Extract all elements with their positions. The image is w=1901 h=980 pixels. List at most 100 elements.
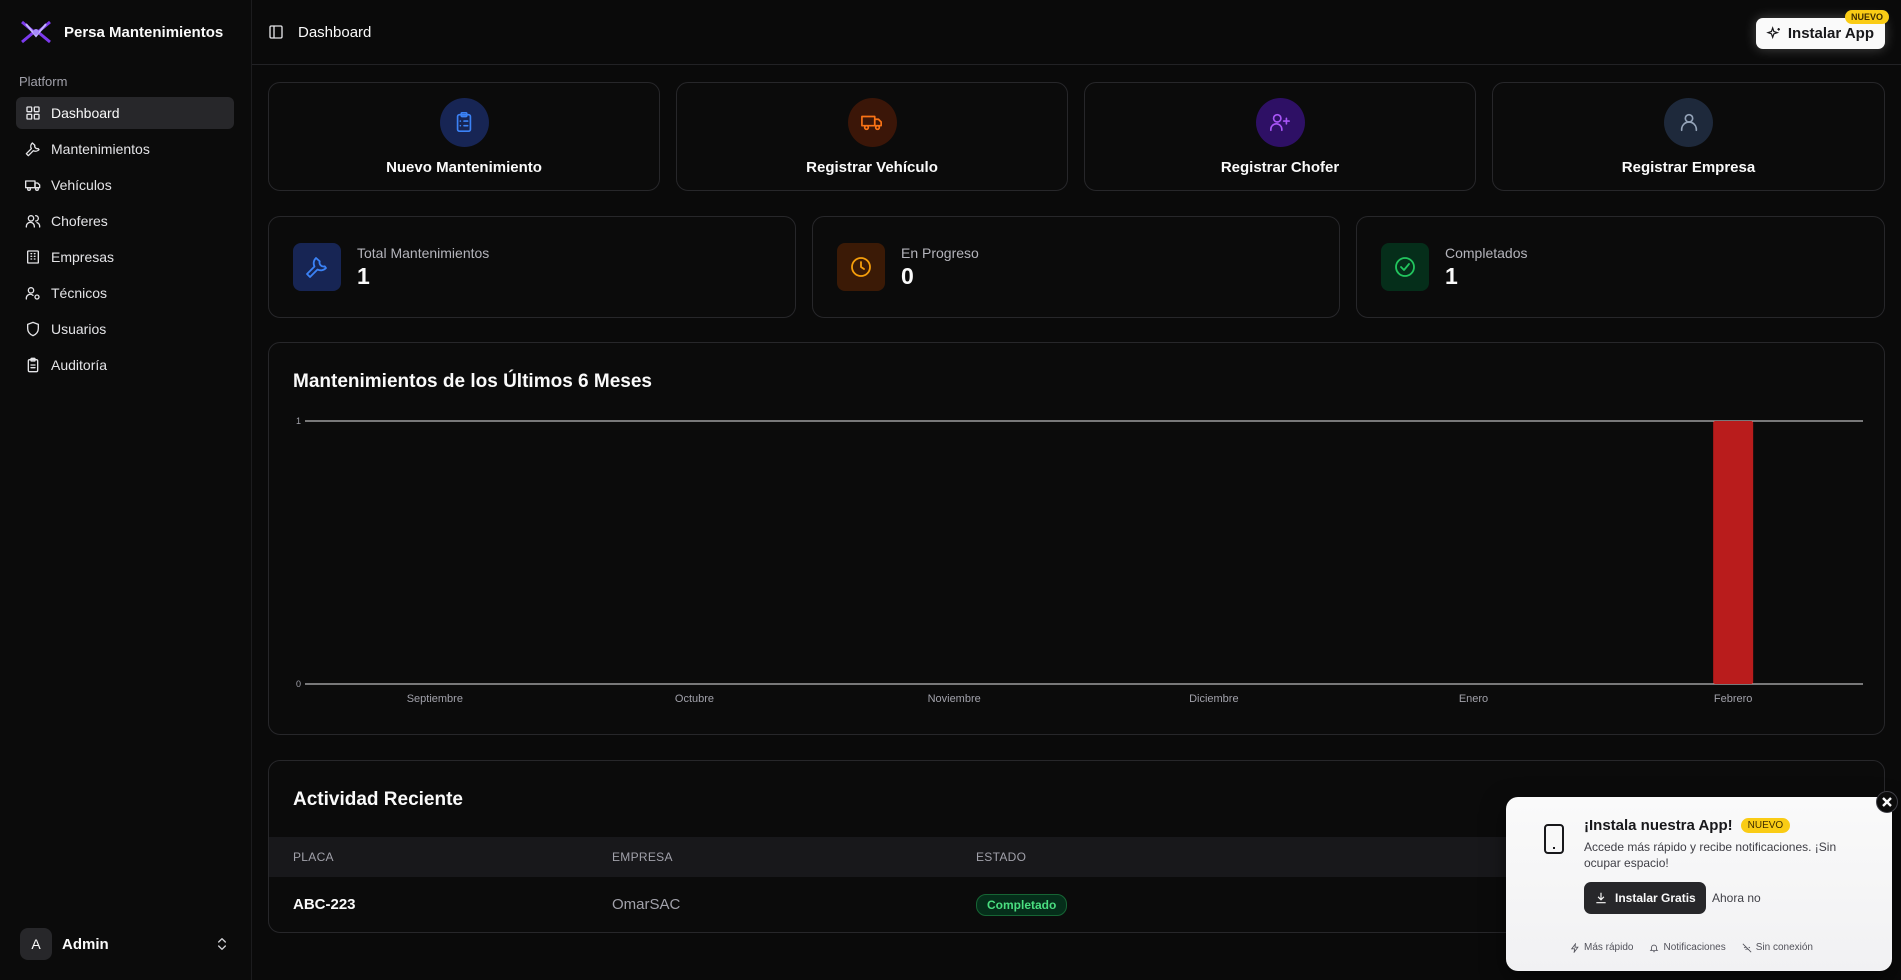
quick-action-registrar-vehiculo[interactable]: Registrar Vehículo xyxy=(676,82,1068,191)
stat-value: 0 xyxy=(901,262,914,289)
user-icon xyxy=(1680,113,1697,132)
status-badge: Completado xyxy=(976,893,1068,916)
sparkles-icon xyxy=(1766,25,1780,39)
quick-action-registrar-empresa[interactable]: Registrar Empresa xyxy=(1492,82,1885,191)
popup-title-text: ¡Instala nuestra App! xyxy=(1584,817,1733,834)
check-circle-icon xyxy=(1395,257,1415,277)
y-tick-label: 0 xyxy=(296,679,301,689)
popup-title: ¡Instala nuestra App! NUEVO xyxy=(1584,817,1791,834)
wifi-off-icon xyxy=(1742,943,1752,952)
x-tick-label: Octubre xyxy=(675,693,714,705)
stat-label: Completados xyxy=(1445,244,1528,261)
quick-icon-wrap xyxy=(1664,97,1713,147)
column-header-empresa[interactable]: EMPRESA xyxy=(612,837,976,877)
bar-febrero[interactable] xyxy=(1713,421,1754,684)
sidebar-item-vehiculos[interactable]: Vehículos xyxy=(16,169,234,201)
sidebar-item-label: Vehículos xyxy=(51,177,112,193)
cell-estado: Completado xyxy=(976,877,1352,932)
sidebar-item-label: Usuarios xyxy=(51,321,107,337)
quick-action-nuevo-mantenimiento[interactable]: Nuevo Mantenimiento xyxy=(268,82,660,191)
sidebar-item-label: Auditoría xyxy=(51,357,108,373)
install-app-button[interactable]: Instalar App NUEVO xyxy=(1755,10,1889,49)
sidebar-item-choferes[interactable]: Choferes xyxy=(16,205,234,237)
new-badge: NUEVO xyxy=(1740,818,1791,833)
sidebar-item-label: Mantenimientos xyxy=(51,141,150,157)
smartphone-icon xyxy=(1544,824,1564,854)
avatar: A xyxy=(20,928,52,960)
not-now-button[interactable]: Ahora no xyxy=(1706,882,1767,914)
x-tick-label: Diciembre xyxy=(1189,693,1239,705)
cell-placa: ABC-223 xyxy=(293,896,356,913)
quick-action-label: Nuevo Mantenimiento xyxy=(386,158,542,176)
sidebar-toggle-icon[interactable] xyxy=(268,24,284,40)
new-badge: NUEVO xyxy=(1844,10,1889,24)
stat-total-mantenimientos: Total Mantenimientos 1 xyxy=(268,216,796,318)
feature-label: Sin conexión xyxy=(1755,942,1813,953)
feature-item: Sin conexión xyxy=(1742,942,1813,953)
install-app-popup: ¡Instala nuestra App! NUEVO Accede más r… xyxy=(1506,791,1898,971)
close-popup-button[interactable] xyxy=(1876,791,1898,813)
user-plus-icon xyxy=(1270,113,1290,132)
sidebar-item-label: Técnicos xyxy=(51,285,108,301)
stat-value: 1 xyxy=(357,262,370,289)
sidebar-item-label: Dashboard xyxy=(51,105,120,121)
quick-icon-wrap xyxy=(1255,97,1305,147)
x-tick-label: Noviembre xyxy=(928,693,981,705)
sidebar: Persa Mantenimientos Platform Dashboard … xyxy=(0,0,250,980)
stat-icon-wrap xyxy=(1381,243,1429,291)
clock-icon xyxy=(851,257,871,277)
stat-label: Total Mantenimientos xyxy=(357,244,490,261)
bell-icon xyxy=(1650,944,1659,952)
logo-icon xyxy=(21,20,51,44)
nav-section-label: Platform xyxy=(19,74,68,89)
wrench-icon xyxy=(306,257,327,278)
sidebar-item-auditoria[interactable]: Auditoría xyxy=(16,349,234,381)
y-tick-label: 1 xyxy=(296,416,301,426)
quick-icon-wrap xyxy=(439,97,489,147)
user-name: Admin xyxy=(62,935,109,953)
stat-value: 1 xyxy=(1445,262,1458,289)
clipboard-icon xyxy=(27,357,39,373)
shield-icon xyxy=(27,321,39,337)
cell-empresa: OmarSAC xyxy=(612,896,681,913)
quick-action-label: Registrar Chofer xyxy=(1220,158,1340,176)
grid-icon xyxy=(26,106,40,120)
install-app-label: Instalar App xyxy=(1787,25,1874,42)
sidebar-item-label: Empresas xyxy=(51,249,115,265)
column-header-estado[interactable]: ESTADO xyxy=(976,837,1352,877)
app-name: Persa Mantenimientos xyxy=(64,23,224,41)
install-free-label: Instalar Gratis xyxy=(1615,891,1696,905)
popup-description: Accede más rápido y recibe notificacione… xyxy=(1584,840,1837,870)
sidebar-item-empresas[interactable]: Empresas xyxy=(16,241,234,273)
stat-label: En Progreso xyxy=(901,244,979,261)
install-free-button[interactable]: Instalar Gratis xyxy=(1584,882,1706,914)
chart-card: Mantenimientos de los Últimos 6 Meses 01… xyxy=(268,342,1885,735)
clipboard-list-icon xyxy=(456,112,472,132)
wrench-icon xyxy=(25,142,40,157)
truck-icon xyxy=(25,180,41,191)
bar-chart: 0 1 Septiembre Octubre Noviembre Diciembre Ene… xyxy=(296,416,1863,705)
sidebar-item-usuarios[interactable]: Usuarios xyxy=(16,313,234,345)
phone-icon-wrap xyxy=(1530,815,1578,863)
feature-label: Notificaciones xyxy=(1663,942,1726,953)
sidebar-item-mantenimientos[interactable]: Mantenimientos xyxy=(16,133,234,165)
column-header-placa[interactable]: PLACA xyxy=(269,837,612,877)
feature-label: Más rápido xyxy=(1584,942,1634,953)
user-menu[interactable]: A Admin xyxy=(16,924,234,964)
sidebar-item-tecnicos[interactable]: Técnicos xyxy=(16,277,234,309)
quick-action-label: Registrar Vehículo xyxy=(806,158,938,176)
user-cog-icon xyxy=(25,287,40,300)
x-tick-label: Enero xyxy=(1459,693,1488,705)
users-icon xyxy=(25,215,41,228)
top-header: Dashboard Instalar App NUEVO xyxy=(252,0,1901,65)
stat-icon-wrap xyxy=(837,243,885,291)
sidebar-item-dashboard[interactable]: Dashboard xyxy=(16,97,234,129)
brand[interactable]: Persa Mantenimientos xyxy=(16,0,234,64)
quick-action-label: Registrar Empresa xyxy=(1621,158,1756,176)
breadcrumb: Dashboard xyxy=(298,23,372,41)
quick-action-registrar-chofer[interactable]: Registrar Chofer xyxy=(1084,82,1476,191)
quick-icon-wrap xyxy=(847,97,897,147)
x-tick-label: Septiembre xyxy=(407,693,463,705)
building-icon xyxy=(27,250,39,264)
feature-item: Más rápido xyxy=(1570,942,1633,953)
